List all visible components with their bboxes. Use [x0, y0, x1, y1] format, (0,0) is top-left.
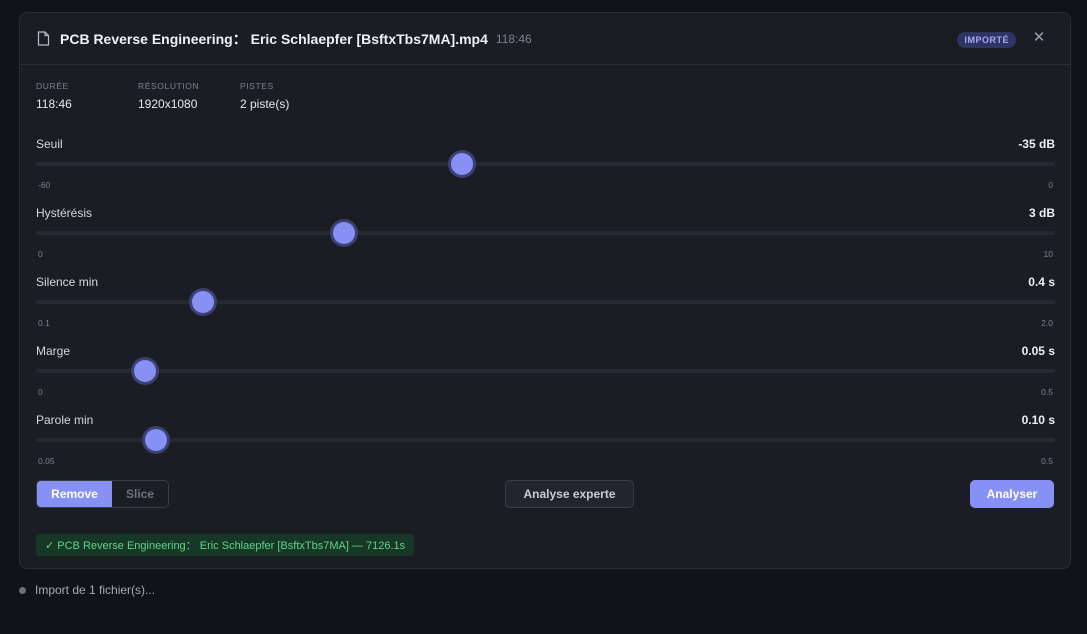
- card-header: PCB Reverse Engineering： Eric Schlaepfer…: [20, 13, 1070, 65]
- slider-thumb[interactable]: [333, 222, 356, 244]
- meta-label: DURÉE: [36, 81, 69, 91]
- meta-label: RÉSOLUTION: [138, 81, 200, 91]
- slider-value: 0.10 s: [1021, 413, 1055, 427]
- slider-thumb[interactable]: [144, 429, 167, 451]
- slider-track[interactable]: [36, 231, 1055, 235]
- meta-label: PISTES: [240, 81, 274, 91]
- slider-max-label: 10: [1043, 249, 1053, 259]
- slider-max-label: 2.0: [1041, 318, 1053, 328]
- meta-value: 1920x1080: [138, 97, 198, 111]
- slider-min-label: -60: [38, 180, 51, 190]
- slider-track[interactable]: [36, 438, 1055, 442]
- expert-analysis-button[interactable]: Analyse experte: [505, 480, 634, 508]
- file-duration: 118:46: [495, 31, 532, 46]
- slider-value: -35 dB: [1018, 137, 1055, 151]
- meta-value: 118:46: [36, 97, 72, 111]
- slider-track[interactable]: [36, 162, 1055, 166]
- meta-tracks: PISTES 2 piste(s): [240, 81, 289, 111]
- status-dot: [19, 586, 26, 594]
- slider-max-label: 0: [1048, 180, 1053, 190]
- file-meta: DURÉE 118:46 RÉSOLUTION 1920x1080 PISTES…: [36, 81, 289, 111]
- slider-min-label: 0: [38, 387, 43, 397]
- status-text: Import de 1 fichier(s)...: [35, 583, 156, 597]
- slider-label: Seuil: [36, 137, 63, 151]
- slider-label: Marge: [36, 344, 71, 358]
- meta-value: 2 piste(s): [240, 97, 290, 111]
- slider-thumb[interactable]: [450, 153, 473, 175]
- meta-duration: DURÉE 118:46: [36, 81, 138, 111]
- mode-toggle: Remove Slice: [36, 480, 169, 508]
- slider-label: Hystérésis: [36, 206, 93, 220]
- slider-max-label: 0.5: [1041, 387, 1053, 397]
- close-icon[interactable]: ✕: [1032, 29, 1046, 46]
- slider-max-label: 0.5: [1041, 456, 1053, 466]
- slider-thumb[interactable]: [133, 360, 156, 382]
- file-icon: [37, 31, 50, 46]
- import-status: Import de 1 fichier(s)...: [19, 583, 155, 597]
- analyze-button[interactable]: Analyser: [970, 480, 1054, 508]
- slider-min-label: 0: [38, 249, 43, 259]
- slider-value: 0.4 s: [1028, 275, 1055, 289]
- mode-slice-button[interactable]: Slice: [112, 481, 168, 507]
- slider-thumb[interactable]: [191, 291, 214, 313]
- slider-min-label: 0.1: [38, 318, 50, 328]
- slider-value: 0.05 s: [1021, 344, 1055, 358]
- slider-label: Silence min: [36, 275, 99, 289]
- mode-remove-button[interactable]: Remove: [37, 481, 112, 507]
- file-title: PCB Reverse Engineering： Eric Schlaepfer…: [60, 30, 488, 47]
- file-card: PCB Reverse Engineering： Eric Schlaepfer…: [19, 12, 1071, 569]
- slider-track[interactable]: [36, 369, 1055, 373]
- result-message: ✓ PCB Reverse Engineering： Eric Schlaepf…: [36, 534, 415, 556]
- status-badge: IMPORTÉ: [957, 32, 1016, 48]
- meta-resolution: RÉSOLUTION 1920x1080: [138, 81, 240, 111]
- slider-track[interactable]: [36, 300, 1055, 304]
- slider-label: Parole min: [36, 413, 94, 427]
- slider-value: 3 dB: [1028, 206, 1055, 220]
- slider-min-label: 0.05: [38, 456, 55, 466]
